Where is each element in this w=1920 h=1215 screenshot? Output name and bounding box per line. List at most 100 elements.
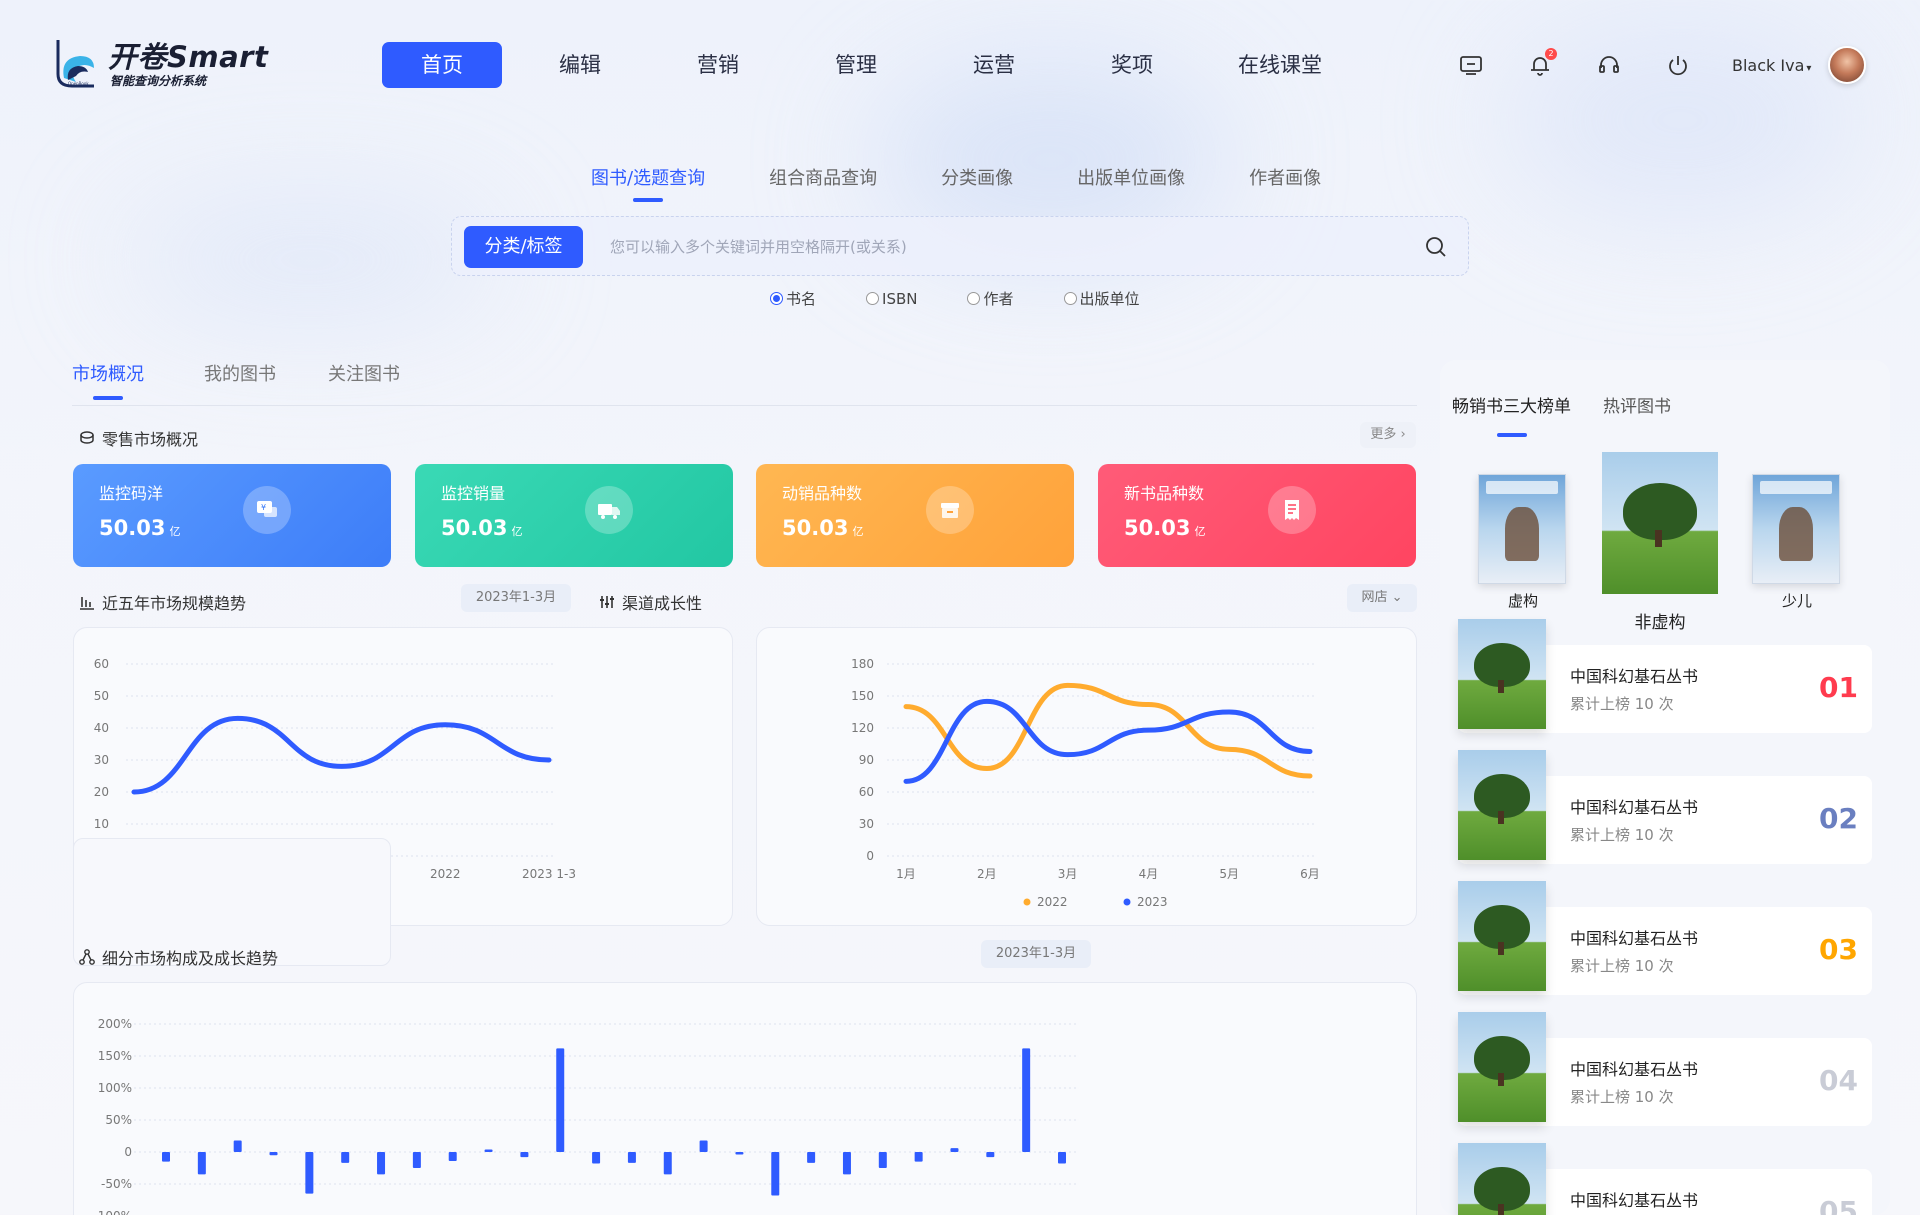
bar [842, 1152, 851, 1175]
kpi-value: 50.03 亿 [441, 516, 707, 540]
main-tabs: 市场概况 我的图书 关注图书 [72, 360, 460, 400]
logo-mark-icon: OpenBook [56, 40, 94, 88]
category-filter-button[interactable]: 分类/标签 [464, 226, 583, 268]
series-line [131, 715, 552, 795]
tab-bundle-query[interactable]: 组合商品查询 [769, 164, 877, 190]
screen-icon[interactable] [1458, 52, 1484, 78]
search-icon[interactable] [1424, 235, 1448, 259]
tab-hot-reviews[interactable]: 热评图书 [1603, 392, 1671, 417]
bar [412, 1152, 421, 1168]
nav-edit[interactable]: 编辑 [520, 42, 640, 88]
data-point [1309, 750, 1311, 753]
rank-subtitle: 累计上榜 10 次 [1570, 1088, 1674, 1106]
radio-title[interactable]: 书名 [770, 288, 816, 309]
podium-children[interactable]: 少儿 [1752, 474, 1842, 611]
bar [197, 1152, 206, 1175]
nav-home[interactable]: 首页 [382, 42, 502, 88]
y-tick-label: -100% [93, 1209, 132, 1215]
y-tick-label: 60 [94, 657, 109, 671]
data-point [236, 717, 239, 720]
nav-management[interactable]: 管理 [796, 42, 916, 88]
tab-market-overview[interactable]: 市场概况 [72, 360, 144, 400]
rank-book-cover[interactable] [1458, 619, 1546, 729]
rank-number: 01 [1819, 671, 1858, 704]
bar [233, 1140, 242, 1152]
data-point [1066, 684, 1069, 687]
radio-label: ISBN [882, 289, 918, 308]
avatar[interactable] [1828, 46, 1866, 84]
podium-fiction[interactable]: 虚构 [1478, 474, 1568, 611]
bar [484, 1149, 493, 1152]
bar [663, 1152, 672, 1175]
data-point [548, 759, 550, 761]
data-point [1066, 753, 1069, 756]
rank-book-cover[interactable] [1458, 1143, 1546, 1215]
bar [162, 1152, 170, 1162]
kpi-card-monitored-sales[interactable]: 监控销量 50.03 亿 [415, 464, 733, 567]
rank-book-cover[interactable] [1458, 881, 1546, 991]
bar [699, 1140, 708, 1152]
kpi-card-monitored-value[interactable]: 监控码洋 50.03 亿 ¥ [73, 464, 391, 567]
rank-title: 中国科幻基石丛书 [1570, 1191, 1699, 1210]
kpi-value: 50.03 亿 [782, 516, 1048, 540]
y-tick-label: 100% [98, 1081, 132, 1095]
radio-label: 作者 [983, 290, 1014, 308]
segment-section-title: 细分市场构成及成长趋势 [78, 945, 278, 969]
rank-title: 中国科幻基石丛书 [1570, 1060, 1699, 1079]
radio-dot [967, 292, 981, 305]
y-tick-label: 10 [94, 817, 109, 831]
headset-icon[interactable] [1596, 52, 1622, 78]
chevron-down-icon: ▾ [1806, 63, 1812, 74]
tab-my-books[interactable]: 我的图书 [204, 360, 276, 386]
tab-bestseller-lists[interactable]: 畅销书三大榜单 [1452, 392, 1571, 437]
radio-publisher[interactable]: 出版单位 [1063, 288, 1140, 309]
podium-label: 非虚构 [1634, 613, 1686, 633]
legend-label: 2022 [1037, 895, 1068, 909]
power-icon[interactable] [1665, 52, 1691, 78]
tab-followed-books[interactable]: 关注图书 [328, 360, 400, 386]
series-line-2022 [903, 682, 1313, 779]
tab-author-profile[interactable]: 作者画像 [1249, 164, 1321, 190]
rank-book-cover[interactable] [1458, 1012, 1546, 1122]
side-tabs: 畅销书三大榜单 热评图书 [1452, 392, 1703, 437]
more-label: 更多 [1370, 427, 1397, 442]
tab-publisher-profile[interactable]: 出版单位画像 [1077, 164, 1185, 190]
x-tick-label: 3月 [1058, 867, 1078, 881]
kpi-value: 50.03 亿 [1124, 516, 1390, 540]
y-tick-label: 200% [98, 1017, 132, 1031]
bell-icon[interactable]: 2 [1527, 48, 1557, 78]
channel-filter-label: 网店 [1361, 590, 1388, 605]
kpi-number: 50.03 [782, 516, 849, 540]
y-tick-label: 150 [851, 689, 874, 703]
rank-book-cover[interactable] [1458, 750, 1546, 860]
radio-author[interactable]: 作者 [967, 288, 1014, 309]
search-input[interactable] [610, 229, 1370, 265]
kpi-unit: 亿 [169, 525, 181, 538]
radio-isbn[interactable]: ISBN [866, 288, 917, 309]
rank-number: 05 [1819, 1195, 1858, 1215]
kpi-label: 动销品种数 [782, 484, 863, 503]
bar [1022, 1048, 1031, 1152]
tab-book-query[interactable]: 图书/选题查询 [591, 164, 705, 202]
user-menu[interactable]: Black Iva ▾ [1732, 56, 1811, 75]
brand-logo[interactable]: OpenBook 开卷Smart 智能查询分析系统 [54, 34, 274, 94]
kpi-value: 50.03 亿 [99, 516, 365, 540]
y-tick-label: -50% [101, 1177, 132, 1191]
chevron-down-icon: ⌄ [1391, 590, 1403, 605]
nav-operations[interactable]: 运营 [934, 42, 1054, 88]
kpi-number: 50.03 [441, 516, 508, 540]
more-button[interactable]: 更多 › [1360, 422, 1416, 448]
trend-section-title: 近五年市场规模趋势 [78, 590, 246, 614]
kpi-card-new-titles[interactable]: 新书品种数 50.03 亿 [1098, 464, 1416, 567]
segment-period-select[interactable]: 2023年1-3月 [981, 940, 1091, 968]
podium-nonfiction[interactable]: 非虚构 [1602, 452, 1718, 633]
trend-period-select[interactable]: 2023年1-3月 [461, 584, 571, 612]
box-icon [926, 486, 974, 534]
nav-marketing[interactable]: 营销 [658, 42, 778, 88]
nav-awards[interactable]: 奖项 [1072, 42, 1192, 88]
nav-online-class[interactable]: 在线课堂 [1210, 42, 1350, 88]
kpi-card-active-titles[interactable]: 动销品种数 50.03 亿 [756, 464, 1074, 567]
kpi-unit: 亿 [1194, 525, 1206, 538]
tab-category-profile[interactable]: 分类画像 [941, 164, 1013, 190]
channel-filter-select[interactable]: 网店 ⌄ [1347, 584, 1417, 612]
